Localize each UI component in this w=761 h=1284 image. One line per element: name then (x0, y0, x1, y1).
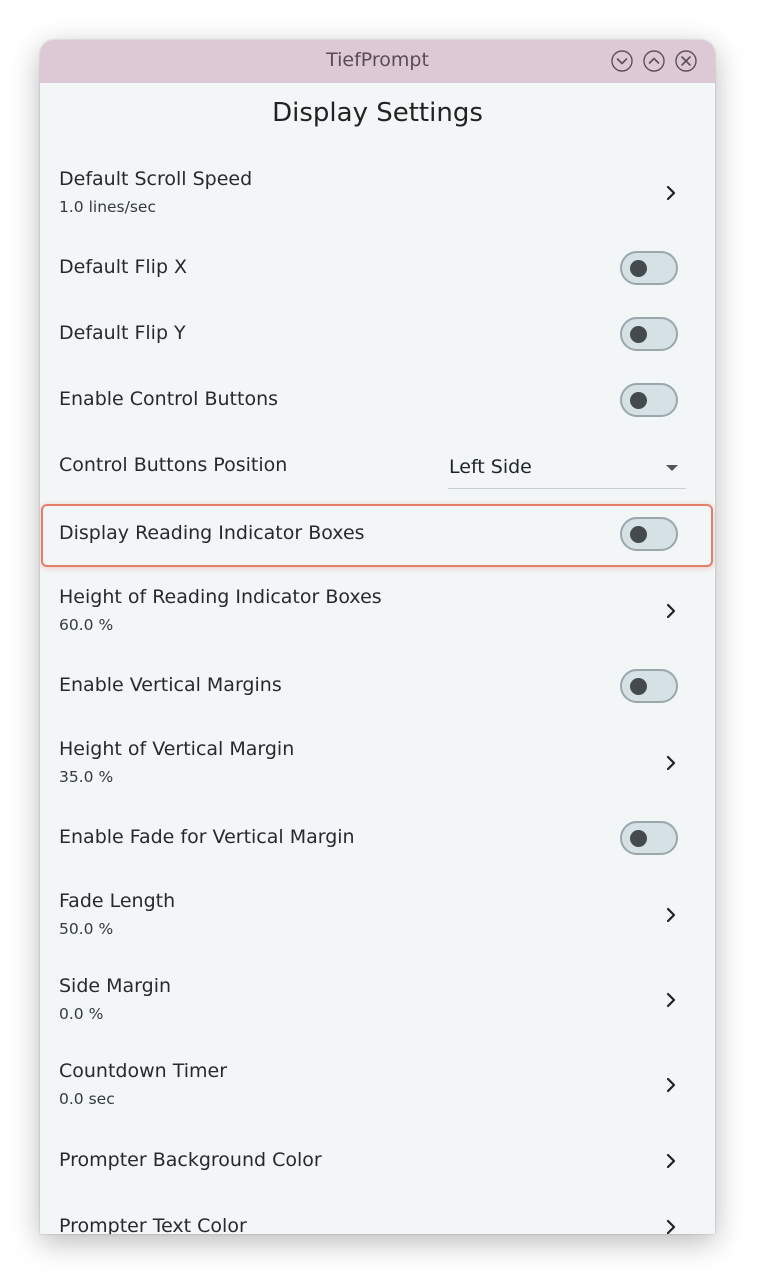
setting-label: Fade Length (59, 890, 176, 912)
setting-label: Default Scroll Speed (59, 168, 253, 190)
setting-value: 50.0 % (59, 920, 114, 938)
setting-prompter-text-color[interactable]: Prompter Text Color (40, 1196, 715, 1234)
toggle-knob (630, 326, 647, 343)
setting-value: 60.0 % (59, 616, 114, 634)
setting-fade-length[interactable]: Fade Length 50.0 % (40, 880, 715, 948)
setting-height-reading-indicator-boxes[interactable]: Height of Reading Indicator Boxes 60.0 % (40, 576, 715, 644)
flip-x-toggle[interactable] (620, 251, 678, 285)
setting-label: Enable Fade for Vertical Margin (59, 826, 355, 848)
setting-display-reading-indicator-boxes: Display Reading Indicator Boxes (40, 504, 715, 566)
chevron-right-icon (666, 185, 676, 201)
setting-label: Height of Vertical Margin (59, 738, 295, 760)
setting-value: 0.0 sec (59, 1090, 115, 1108)
setting-value: 1.0 lines/sec (59, 198, 156, 216)
toggle-knob (630, 678, 647, 695)
setting-label: Enable Vertical Margins (59, 674, 282, 696)
chevron-right-icon (666, 992, 676, 1008)
chevron-down-icon (611, 50, 633, 72)
chevron-right-icon (666, 1153, 676, 1169)
chevron-right-icon (666, 603, 676, 619)
control-buttons-position-dropdown[interactable]: Left Side (448, 450, 686, 489)
toggle-knob (630, 526, 647, 543)
setting-label: Enable Control Buttons (59, 388, 279, 410)
chevron-up-icon (643, 50, 665, 72)
dropdown-arrow-icon (666, 465, 678, 471)
chevron-right-icon (666, 907, 676, 923)
setting-countdown-timer[interactable]: Countdown Timer 0.0 sec (40, 1050, 715, 1118)
dropdown-selected-value: Left Side (449, 456, 532, 478)
close-button[interactable] (675, 50, 697, 72)
fade-vertical-margin-toggle[interactable] (620, 821, 678, 855)
flip-y-toggle[interactable] (620, 317, 678, 351)
app-window: TiefPrompt Display Settings Default Scro… (40, 40, 715, 1234)
setting-label: Default Flip X (59, 256, 188, 278)
control-buttons-toggle[interactable] (620, 383, 678, 417)
setting-height-vertical-margin[interactable]: Height of Vertical Margin 35.0 % (40, 728, 715, 796)
toggle-knob (630, 392, 647, 409)
setting-default-flip-x: Default Flip X (40, 238, 715, 300)
maximize-button[interactable] (643, 50, 665, 72)
minimize-button[interactable] (611, 50, 633, 72)
setting-enable-vertical-margins: Enable Vertical Margins (40, 656, 715, 718)
chevron-right-icon (666, 755, 676, 771)
page-title: Display Settings (272, 98, 483, 128)
setting-label: Prompter Background Color (59, 1149, 322, 1171)
vertical-margins-toggle[interactable] (620, 669, 678, 703)
setting-side-margin[interactable]: Side Margin 0.0 % (40, 965, 715, 1033)
setting-label: Control Buttons Position (59, 454, 288, 476)
setting-label: Height of Reading Indicator Boxes (59, 586, 382, 608)
toggle-knob (630, 830, 647, 847)
setting-enable-fade-vertical-margin: Enable Fade for Vertical Margin (40, 808, 715, 870)
setting-enable-control-buttons: Enable Control Buttons (40, 370, 715, 432)
setting-label: Prompter Text Color (59, 1215, 247, 1234)
setting-value: 35.0 % (59, 768, 114, 786)
setting-value: 0.0 % (59, 1005, 104, 1023)
reading-indicator-toggle[interactable] (620, 517, 678, 551)
setting-label: Default Flip Y (59, 322, 186, 344)
chevron-right-icon (666, 1219, 676, 1234)
toggle-knob (630, 260, 647, 277)
setting-default-scroll-speed[interactable]: Default Scroll Speed 1.0 lines/sec (40, 158, 715, 226)
setting-label: Side Margin (59, 975, 172, 997)
setting-label: Countdown Timer (59, 1060, 228, 1082)
setting-default-flip-y: Default Flip Y (40, 304, 715, 366)
chevron-right-icon (666, 1077, 676, 1093)
setting-prompter-background-color[interactable]: Prompter Background Color (40, 1130, 715, 1192)
title-bar[interactable]: TiefPrompt (40, 40, 715, 83)
setting-label: Display Reading Indicator Boxes (59, 522, 365, 544)
close-icon (675, 50, 697, 72)
